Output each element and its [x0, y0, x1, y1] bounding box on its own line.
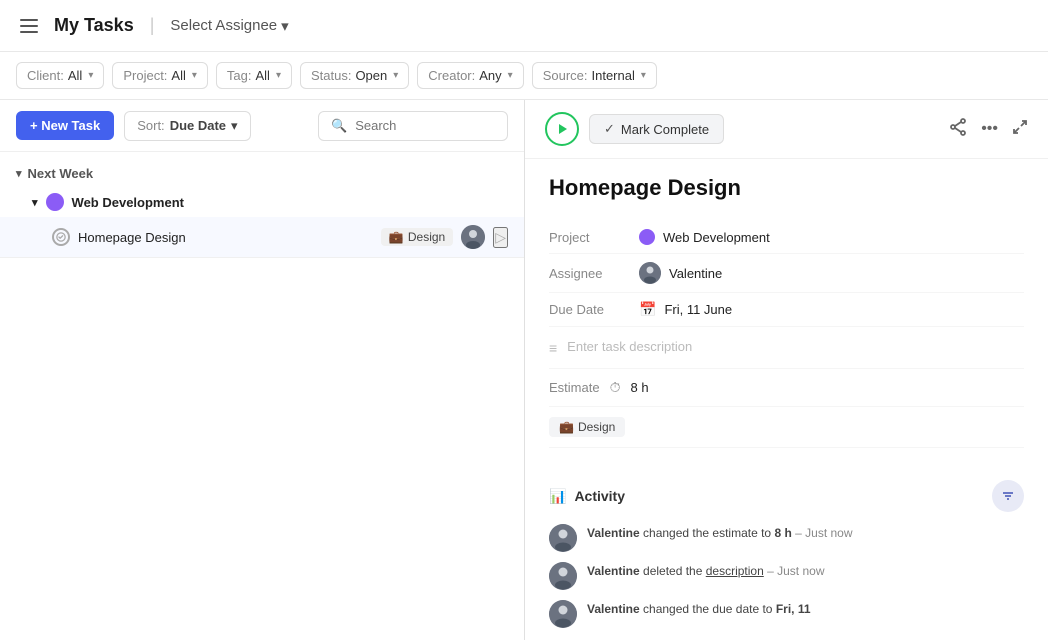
- filter-status[interactable]: Status: Open ▾: [300, 62, 409, 89]
- briefcase-icon: 💼: [559, 420, 574, 434]
- left-panel: + New Task Sort: Due Date ▾ 🔍 ▾ Next Wee…: [0, 100, 525, 640]
- more-options-button[interactable]: •••: [981, 120, 998, 138]
- mark-complete-button[interactable]: ✓ Mark Complete: [589, 114, 724, 144]
- expand-button[interactable]: [1012, 119, 1028, 140]
- main-layout: + New Task Sort: Due Date ▾ 🔍 ▾ Next Wee…: [0, 100, 1048, 640]
- estimate-label: Estimate: [549, 380, 600, 395]
- task-actions-left: ✓ Mark Complete: [545, 112, 724, 146]
- filter-creator[interactable]: Creator: Any ▾: [417, 62, 523, 89]
- sort-button[interactable]: Sort: Due Date ▾: [124, 111, 250, 141]
- chevron-down-icon: ▾: [281, 17, 289, 35]
- task-complete-check[interactable]: [52, 228, 70, 246]
- assignee-value: Valentine: [639, 262, 722, 284]
- project-label: Project: [549, 230, 639, 245]
- activity-section: 📊 Activity Val: [525, 464, 1048, 640]
- estimate-row: Estimate ⏱ 8 h: [549, 369, 1024, 407]
- app-title: My Tasks: [54, 15, 134, 36]
- list-item: Valentine changed the estimate to 8 h – …: [549, 524, 1024, 552]
- tag-item: 💼 Design: [549, 417, 625, 437]
- chevron-down-icon: ▾: [508, 70, 513, 81]
- task-actions-bar: ✓ Mark Complete •••: [525, 100, 1048, 159]
- filter-activity-button[interactable]: [992, 480, 1024, 512]
- tag-pill: 💼 Design: [381, 228, 453, 246]
- search-input[interactable]: [355, 118, 495, 133]
- estimate-value: 8 h: [631, 380, 649, 395]
- avatar: [549, 600, 577, 628]
- due-date-label: Due Date: [549, 302, 639, 317]
- checkmark-icon: ✓: [604, 121, 615, 137]
- project-dot: [46, 193, 64, 211]
- due-date-field-row: Due Date 📅 Fri, 11 June: [549, 293, 1024, 327]
- task-toolbar: + New Task Sort: Due Date ▾ 🔍: [0, 100, 524, 152]
- section-label: Next Week: [28, 166, 94, 181]
- task-actions-right: •••: [949, 118, 1028, 141]
- filter-project[interactable]: Project: All ▾: [112, 62, 208, 89]
- project-value: Web Development: [639, 229, 770, 245]
- chevron-down-icon: ▾: [16, 167, 22, 180]
- task-name: Homepage Design: [78, 230, 373, 245]
- title-divider: |: [150, 15, 155, 36]
- section-header-next-week[interactable]: ▾ Next Week: [0, 160, 524, 187]
- chevron-down-icon: ▾: [276, 70, 281, 81]
- new-task-button[interactable]: + New Task: [16, 111, 114, 140]
- filter-tag[interactable]: Tag: All ▾: [216, 62, 292, 89]
- activity-text: Valentine deleted the description – Just…: [587, 562, 825, 580]
- project-field-row: Project Web Development: [549, 221, 1024, 254]
- tags-row: 💼 Design: [549, 407, 1024, 448]
- avatar: [549, 524, 577, 552]
- clock-icon: ⏱: [610, 379, 621, 396]
- assignee-label: Assignee: [549, 266, 639, 281]
- avatar: [461, 225, 485, 249]
- briefcase-icon: 💼: [389, 230, 404, 244]
- avatar: [639, 262, 661, 284]
- select-assignee-button[interactable]: Select Assignee ▾: [170, 17, 288, 35]
- calendar-icon: 📅: [639, 301, 656, 318]
- activity-bars-icon: 📊: [549, 488, 566, 505]
- play-button[interactable]: ▷: [493, 227, 508, 248]
- description-row[interactable]: ≡ Enter task description: [549, 327, 1024, 369]
- project-name: Web Development: [72, 195, 184, 210]
- table-row[interactable]: Homepage Design 💼 Design ▷: [0, 217, 524, 258]
- filter-source[interactable]: Source: Internal ▾: [532, 62, 657, 89]
- task-title: Homepage Design: [549, 175, 1024, 201]
- activity-title: Activity: [574, 488, 625, 504]
- search-icon: 🔍: [331, 118, 347, 134]
- chevron-down-icon: ▾: [192, 70, 197, 81]
- chevron-down-icon: ▾: [641, 70, 646, 81]
- task-list-area: ▾ Next Week ▾ Web Development Homepage D…: [0, 152, 524, 640]
- chevron-down-icon: ▾: [88, 70, 93, 81]
- hamburger-button[interactable]: [16, 15, 42, 37]
- project-row[interactable]: ▾ Web Development: [0, 187, 524, 217]
- assignee-field-row: Assignee Valentine: [549, 254, 1024, 293]
- play-circle-button[interactable]: [545, 112, 579, 146]
- chevron-down-icon: ▾: [231, 118, 238, 134]
- chevron-down-icon: ▾: [32, 196, 38, 209]
- avatar: [549, 562, 577, 590]
- project-color-dot: [639, 229, 655, 245]
- share-button[interactable]: [949, 118, 967, 141]
- activity-text: Valentine changed the due date to Fri, 1…: [587, 600, 811, 618]
- list-item: Valentine changed the due date to Fri, 1…: [549, 600, 1024, 628]
- lines-icon: ≡: [549, 340, 557, 356]
- task-detail: Homepage Design Project Web Development …: [525, 159, 1048, 464]
- right-panel: ✓ Mark Complete •••: [525, 100, 1048, 640]
- due-date-value: 📅 Fri, 11 June: [639, 301, 732, 318]
- activity-text: Valentine changed the estimate to 8 h – …: [587, 524, 853, 542]
- list-item: Valentine deleted the description – Just…: [549, 562, 1024, 590]
- chevron-down-icon: ▾: [393, 70, 398, 81]
- filter-client[interactable]: Client: All ▾: [16, 62, 104, 89]
- activity-header: 📊 Activity: [549, 480, 1024, 512]
- filter-bar: Client: All ▾ Project: All ▾ Tag: All ▾ …: [0, 52, 1048, 100]
- top-header: My Tasks | Select Assignee ▾: [0, 0, 1048, 52]
